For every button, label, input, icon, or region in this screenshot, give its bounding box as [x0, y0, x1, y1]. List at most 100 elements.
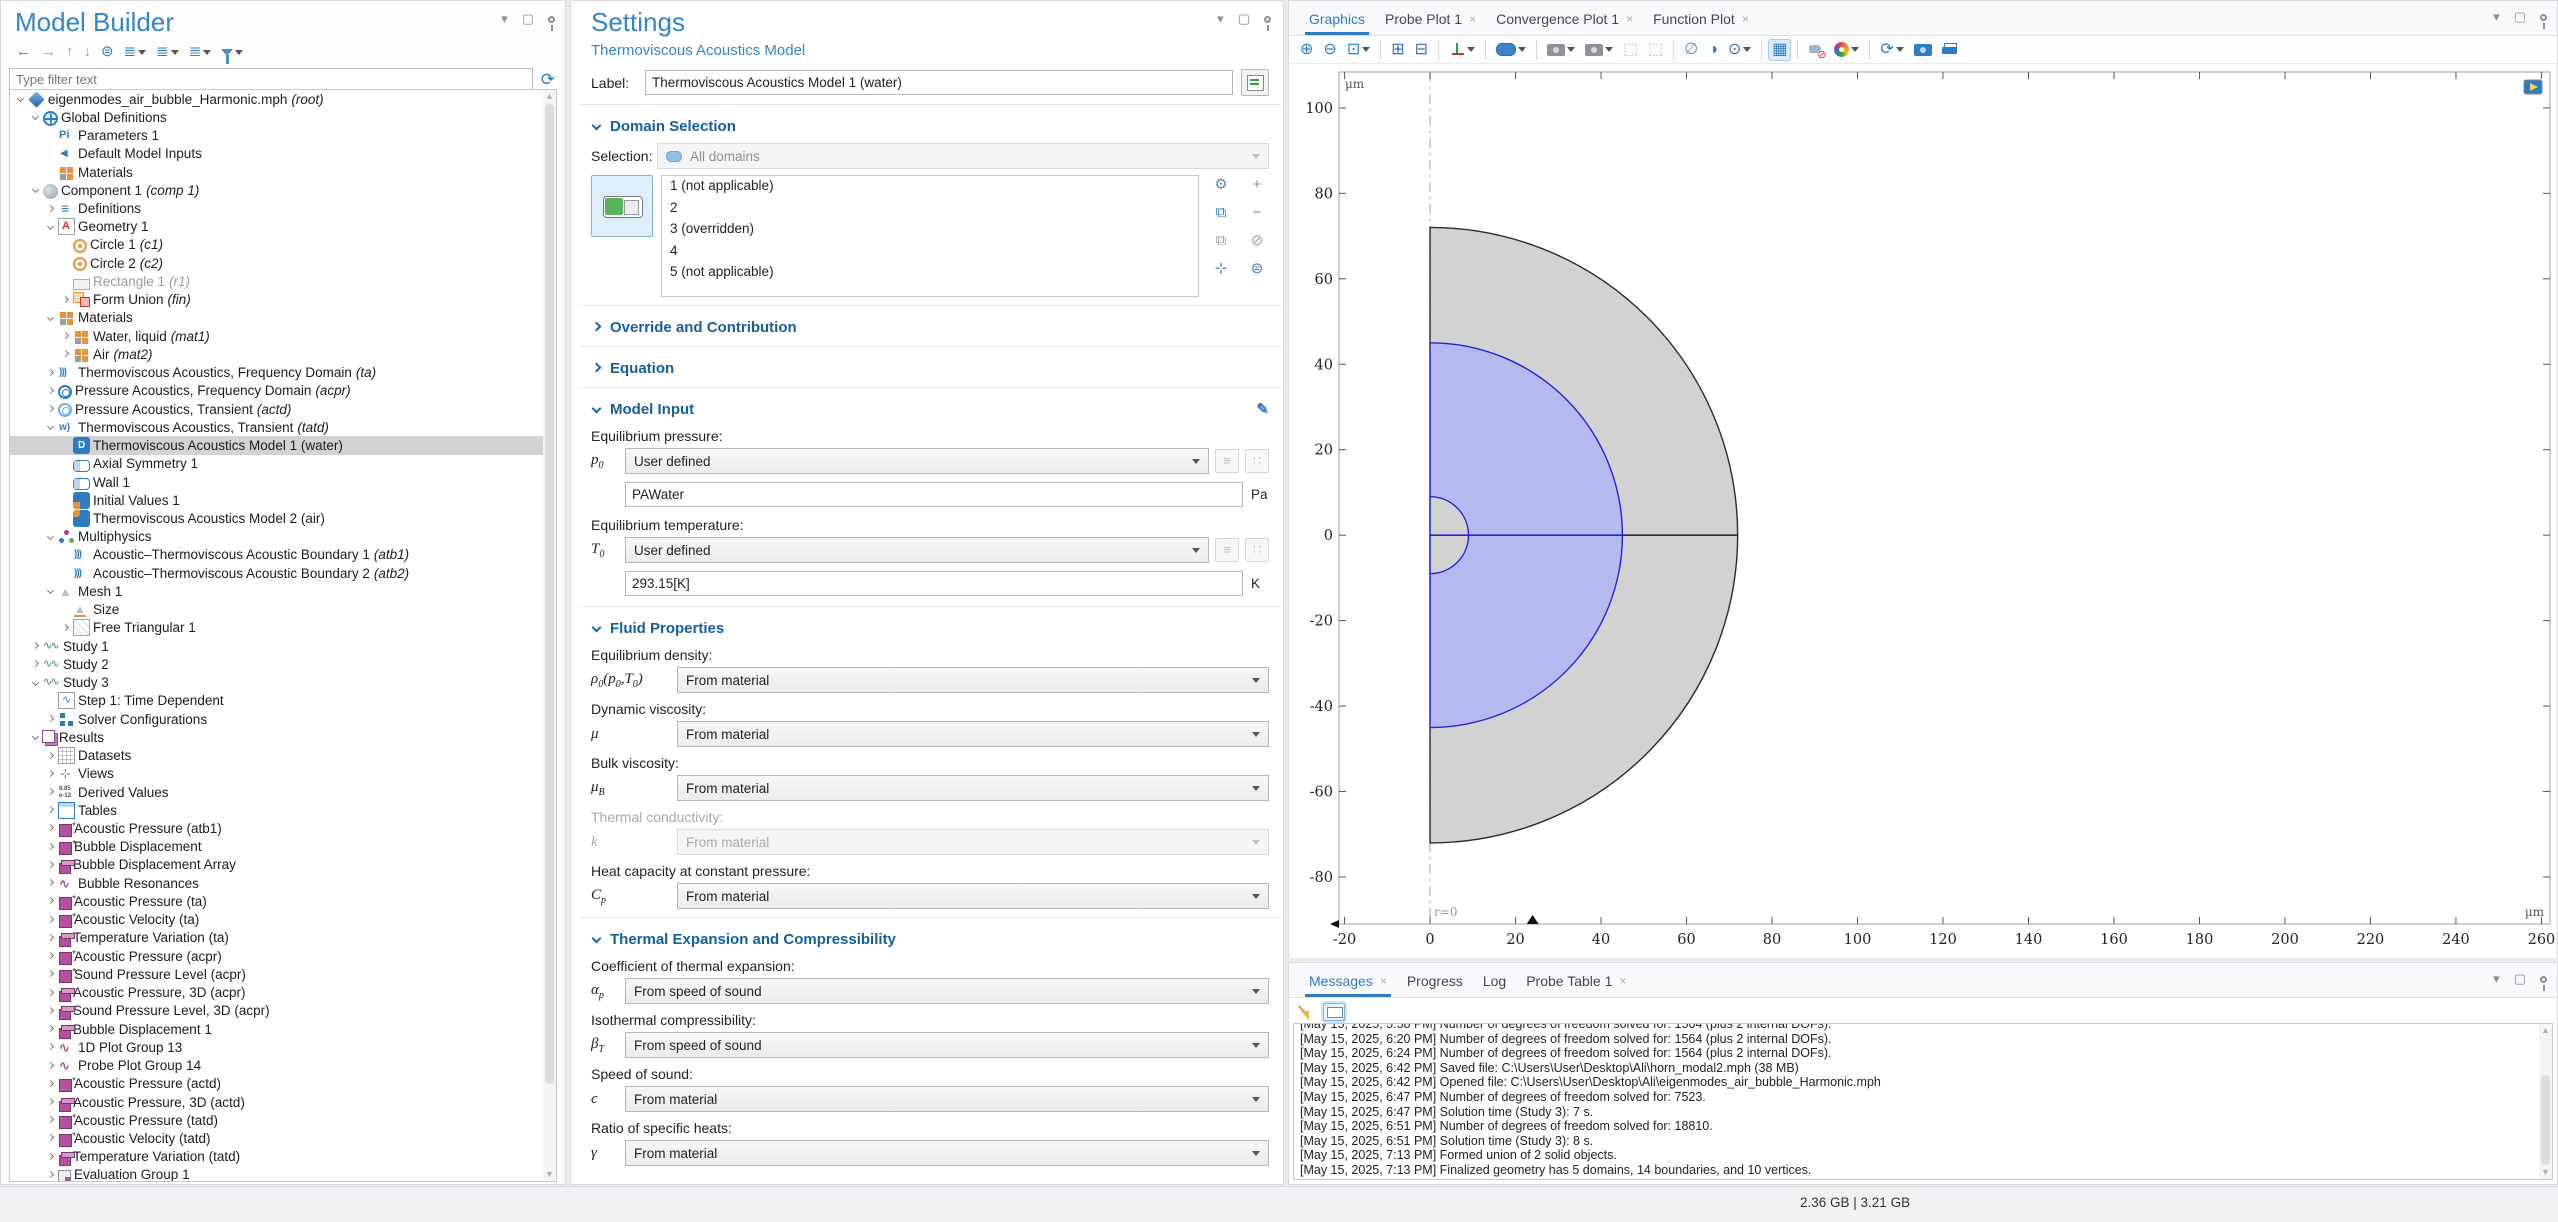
- tree-item[interactable]: Parameters 1: [10, 126, 556, 144]
- tree-item[interactable]: Acoustic Pressure, 3D (actd): [10, 1093, 556, 1111]
- tree-item[interactable]: Definitions: [10, 199, 556, 217]
- go-back-icon[interactable]: ←: [13, 42, 34, 62]
- tree-item[interactable]: Temperature Variation (tatd): [10, 1148, 556, 1166]
- tree-item[interactable]: Initial Values 1: [10, 491, 556, 509]
- panel-menu-icon[interactable]: ▾: [1217, 11, 1224, 27]
- tree-item[interactable]: Sound Pressure Level (acpr): [10, 965, 556, 983]
- expander-icon[interactable]: [45, 422, 55, 432]
- expander-icon[interactable]: [45, 769, 55, 779]
- expander-icon[interactable]: [45, 896, 55, 906]
- pin-icon[interactable]: [548, 16, 555, 23]
- pin-icon[interactable]: [2540, 976, 2547, 983]
- scroll-down-icon[interactable]: ▼: [543, 1168, 556, 1181]
- zoom-to-selection-icon[interactable]: ⊹: [1209, 259, 1233, 279]
- expander-icon[interactable]: [45, 222, 55, 232]
- expander-icon[interactable]: [45, 878, 55, 888]
- expander-icon[interactable]: [45, 1079, 55, 1089]
- copy-selection-icon[interactable]: ⧉: [1209, 203, 1233, 223]
- close-tab-icon[interactable]: ×: [1619, 974, 1626, 988]
- create-selection-icon[interactable]: ⚙: [1209, 175, 1233, 195]
- tree-item[interactable]: Acoustic Pressure, 3D (acpr): [10, 983, 556, 1001]
- tab-convergence-plot-1[interactable]: Convergence Plot 1×: [1486, 11, 1643, 35]
- expander-icon[interactable]: [45, 204, 55, 214]
- tree-item[interactable]: Views: [10, 765, 556, 783]
- tree-item[interactable]: Sound Pressure Level, 3D (acpr): [10, 1002, 556, 1020]
- expander-icon[interactable]: [30, 659, 40, 669]
- tab-probe-plot-1[interactable]: Probe Plot 1×: [1375, 11, 1486, 35]
- value-combo[interactable]: User defined: [625, 537, 1209, 563]
- geometry-plot[interactable]: -200204060801001201401601802002202402601…: [1289, 64, 2557, 958]
- expander-icon[interactable]: [45, 988, 55, 998]
- label-input[interactable]: [645, 70, 1233, 95]
- expander-icon[interactable]: [45, 1006, 55, 1016]
- value-combo[interactable]: From speed of sound: [625, 978, 1269, 1004]
- tree-item[interactable]: Datasets: [10, 746, 556, 764]
- collapse-all-icon[interactable]: ≣: [121, 42, 150, 62]
- float-panel-icon[interactable]: ▢: [522, 11, 534, 27]
- close-tab-icon[interactable]: ×: [1742, 12, 1749, 26]
- active-toggle-thumbnail[interactable]: [591, 175, 653, 237]
- expander-icon[interactable]: [45, 933, 55, 943]
- color-swatch-icon[interactable]: [1492, 41, 1530, 58]
- go-to-default-view-icon[interactable]: [1445, 40, 1479, 60]
- tree-item[interactable]: Solver Configurations: [10, 710, 556, 728]
- add-to-selection-icon[interactable]: +: [1245, 175, 1269, 195]
- expander-icon[interactable]: [45, 404, 55, 414]
- tab-messages[interactable]: Messages×: [1299, 973, 1397, 997]
- tree-filter-input[interactable]: [9, 68, 533, 91]
- value-combo[interactable]: From material: [677, 883, 1269, 909]
- tree-item[interactable]: Form Union(fin): [10, 291, 556, 309]
- tree-item[interactable]: Air(mat2): [10, 345, 556, 363]
- refresh-icon[interactable]: ⟳: [541, 70, 555, 90]
- expander-icon[interactable]: [30, 678, 40, 688]
- zoom-box-icon[interactable]: ⊡: [1343, 39, 1374, 61]
- section-header[interactable]: Model Input✎: [591, 398, 1269, 420]
- tree-item[interactable]: Default Model Inputs: [10, 145, 556, 163]
- go-forward-icon[interactable]: →: [38, 42, 59, 62]
- scroll-up-icon[interactable]: ▲: [2539, 1024, 2552, 1037]
- section-header[interactable]: Override and Contribution: [591, 316, 1269, 338]
- section-header[interactable]: Thermal Expansion and Compressibility: [591, 928, 1269, 950]
- expander-icon[interactable]: [45, 1042, 55, 1052]
- tree-item[interactable]: Results: [10, 728, 556, 746]
- expander-icon[interactable]: [45, 1152, 55, 1162]
- expander-icon[interactable]: [30, 732, 40, 742]
- show-grid-icon[interactable]: ▦: [1768, 39, 1791, 61]
- expander-icon[interactable]: [45, 823, 55, 833]
- tree-item[interactable]: eigenmodes_air_bubble_Harmonic.mph(root): [10, 90, 556, 108]
- expander-icon[interactable]: [45, 751, 55, 761]
- messages-scrollbar[interactable]: ▲ ▼: [2539, 1024, 2552, 1179]
- parameter-sweep-icon[interactable]: ∷: [1245, 538, 1269, 562]
- color-palette-icon[interactable]: [1830, 40, 1863, 59]
- tree-item[interactable]: Tables: [10, 801, 556, 819]
- tree-item[interactable]: Study 1: [10, 637, 556, 655]
- tree-item[interactable]: Acoustic Pressure (ta): [10, 892, 556, 910]
- value-combo[interactable]: From material: [677, 667, 1269, 693]
- expander-icon[interactable]: [45, 951, 55, 961]
- expander-icon[interactable]: [45, 805, 55, 815]
- tree-item[interactable]: Free Triangular 1: [10, 619, 556, 637]
- value-combo[interactable]: From speed of sound: [625, 1032, 1269, 1058]
- tree-item[interactable]: Thermoviscous Acoustics Model 1 (water): [10, 436, 556, 454]
- selection-list-item[interactable]: 3 (overridden): [662, 219, 1198, 241]
- tree-item[interactable]: Size: [10, 601, 556, 619]
- tab-progress[interactable]: Progress: [1397, 973, 1473, 997]
- tree-item[interactable]: Geometry 1: [10, 218, 556, 236]
- pin-icon[interactable]: [2540, 14, 2547, 21]
- expander-icon[interactable]: [60, 295, 70, 305]
- clear-selection-icon[interactable]: ⊘: [1245, 231, 1269, 251]
- expander-icon[interactable]: [45, 714, 55, 724]
- model-tree-node-text-icon[interactable]: ≣: [186, 42, 215, 62]
- tree-item[interactable]: Acoustic Pressure (acpr): [10, 947, 556, 965]
- tree-item[interactable]: Acoustic Pressure (tatd): [10, 1111, 556, 1129]
- move-down-icon[interactable]: ↓: [81, 42, 95, 62]
- load-parameter-icon[interactable]: ≡: [1215, 449, 1239, 473]
- transparency-icon[interactable]: ◑: [1704, 39, 1722, 61]
- expander-icon[interactable]: [60, 331, 70, 341]
- panel-menu-icon[interactable]: ▾: [2493, 971, 2500, 987]
- tree-item[interactable]: Bubble Displacement: [10, 838, 556, 856]
- tree-item[interactable]: Thermoviscous Acoustics, Frequency Domai…: [10, 364, 556, 382]
- tab-graphics[interactable]: Graphics: [1299, 11, 1375, 35]
- tree-item[interactable]: Bubble Displacement 1: [10, 1020, 556, 1038]
- tree-item[interactable]: Materials: [10, 163, 556, 181]
